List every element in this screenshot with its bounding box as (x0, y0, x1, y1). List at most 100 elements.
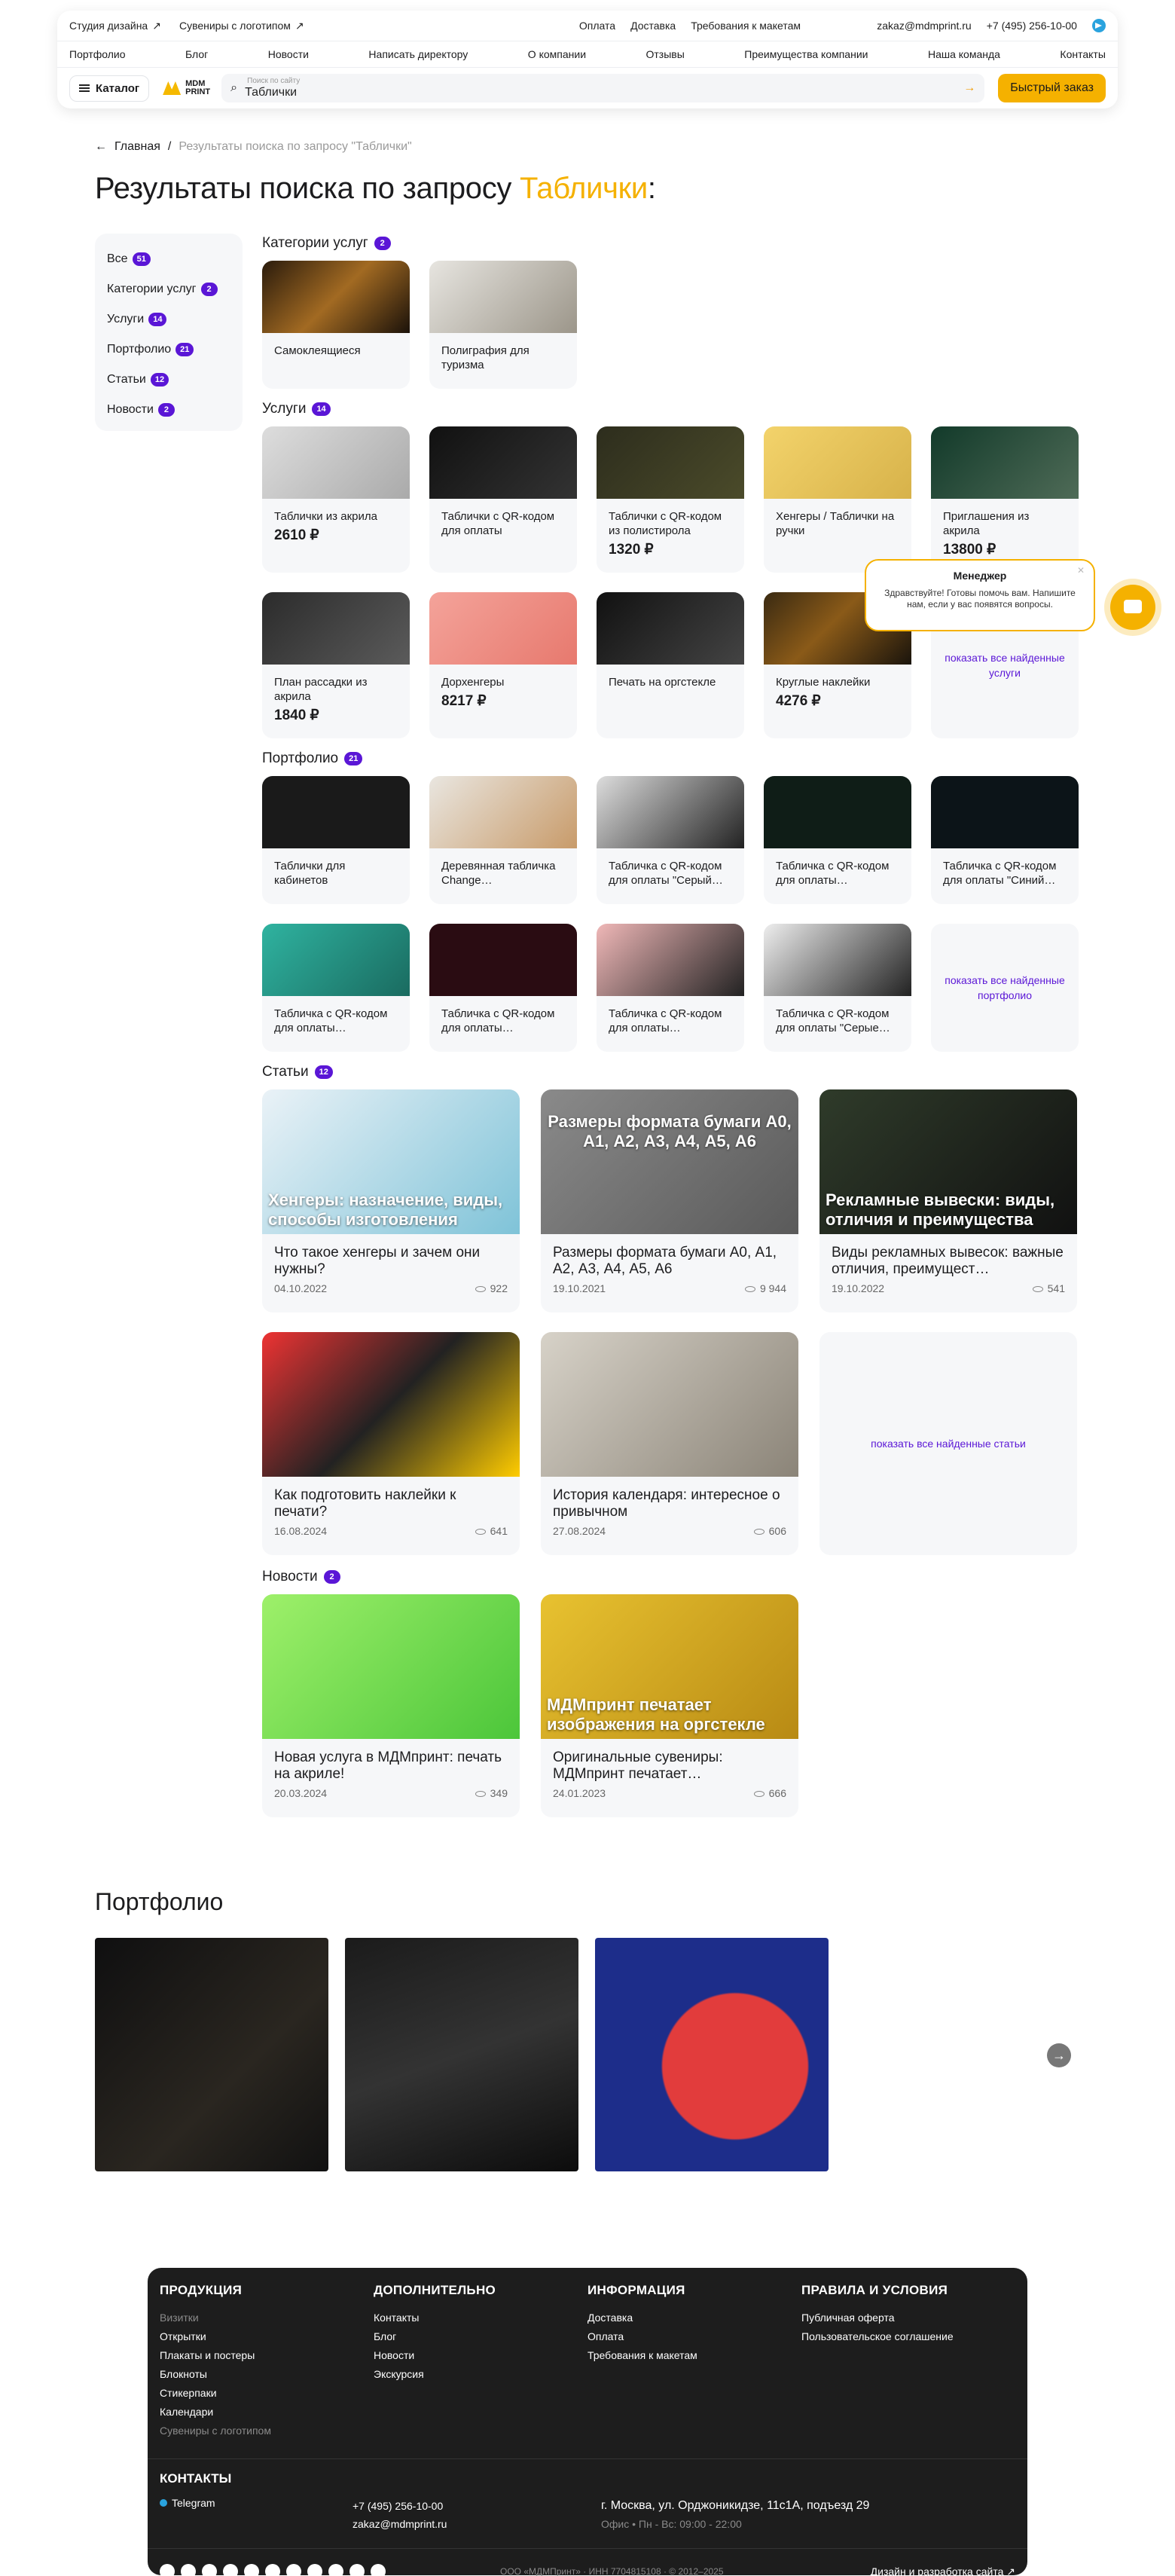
show-all-portfolio-link[interactable]: показать все найденные портфолио (931, 924, 1079, 1052)
search-submit-arrow-icon[interactable]: → (963, 81, 975, 95)
footer-phone[interactable]: +7 (495) 256-10-00 (352, 2497, 601, 2515)
service-card[interactable]: Дорхенгеры 8217 ₽ (429, 592, 577, 738)
vk-icon[interactable] (181, 2564, 196, 2576)
sidebar-item[interactable]: Новости 2 (107, 395, 230, 425)
footer-link[interactable]: Сувениры с логотипом (160, 2422, 374, 2440)
search-input[interactable] (245, 77, 957, 99)
footer-link[interactable]: Требования к макетам (588, 2346, 801, 2365)
phone-link[interactable]: +7 (495) 256-10-00 (987, 20, 1077, 32)
portfolio-card[interactable]: Табличка с QR-кодом для оплаты… (597, 924, 744, 1052)
tiktok-icon[interactable] (307, 2564, 322, 2576)
footer-link[interactable]: Блог (374, 2327, 588, 2346)
pinterest-icon[interactable] (265, 2564, 280, 2576)
nav-news[interactable]: Новости (268, 48, 309, 60)
portfolio-card[interactable]: Таблички для кабинетов (262, 776, 410, 904)
footer-link[interactable]: Контакты (374, 2309, 588, 2327)
email-link[interactable]: zakaz@mdmprint.ru (877, 20, 971, 32)
youtube-icon[interactable] (223, 2564, 238, 2576)
article-card[interactable]: Размеры формата бумаги А0, А1, А2, А3, А… (541, 1089, 798, 1312)
instagram-icon[interactable] (202, 2564, 217, 2576)
back-arrow-icon[interactable]: ← (95, 140, 107, 154)
footer-link[interactable]: Блокноты (160, 2365, 374, 2384)
nav-team[interactable]: Наша команда (928, 48, 1000, 60)
footer-link[interactable]: Визитки (160, 2309, 374, 2327)
footer-link[interactable]: Стикерпаки (160, 2384, 374, 2403)
service-card[interactable]: План рассадки из акрила 1840 ₽ (262, 592, 410, 738)
developer-link[interactable]: Дизайн и разработка сайта ↗ (871, 2565, 1015, 2576)
requirements-link[interactable]: Требования к макетам (691, 20, 801, 32)
telegram-icon[interactable] (1091, 19, 1106, 32)
news-card[interactable]: Новая услуга в МДМпринт: печать на акрил… (262, 1594, 520, 1817)
nav-portfolio[interactable]: Портфолио (69, 48, 126, 60)
nav-write-director[interactable]: Написать директору (368, 48, 468, 60)
footer-link[interactable]: Календари (160, 2403, 374, 2422)
next-slide-arrow-icon[interactable]: → (1047, 2043, 1071, 2067)
footer-link[interactable]: Публичная оферта (801, 2309, 1015, 2327)
service-card[interactable]: Приглашения из акрила 13800 ₽ (931, 426, 1079, 573)
catalog-button[interactable]: Каталог (69, 75, 150, 102)
design-studio-link[interactable]: Студия дизайна ↗ (69, 20, 161, 32)
footer-link[interactable]: Пользовательское соглашение (801, 2327, 1015, 2346)
quick-order-button[interactable]: Быстрый заказ (998, 74, 1106, 102)
category-card[interactable]: Полиграфия для туризма (429, 261, 577, 389)
service-card[interactable]: Хенгеры / Таблички на ручки (764, 426, 911, 573)
portfolio-slide[interactable] (595, 1938, 829, 2171)
nav-reviews[interactable]: Отзывы (646, 48, 685, 60)
behance-icon[interactable] (286, 2564, 301, 2576)
close-icon[interactable]: ✕ (1077, 565, 1085, 576)
rutube-icon[interactable] (349, 2564, 365, 2576)
service-card[interactable]: Таблички с QR-кодом из полистирола 1320 ₽ (597, 426, 744, 573)
title-query: Таблички (519, 172, 648, 205)
card-price: 4276 ₽ (776, 693, 821, 709)
article-card[interactable]: Как подготовить наклейки к печати? 16.08.… (262, 1332, 520, 1555)
category-card[interactable]: Самоклеящиеся (262, 261, 410, 389)
footer-link[interactable]: Плакаты и постеры (160, 2346, 374, 2365)
show-all-articles-link[interactable]: показать все найденные статьи (819, 1332, 1077, 1555)
service-card[interactable]: Таблички из акрила 2610 ₽ (262, 426, 410, 573)
portfolio-slide[interactable] (345, 1938, 578, 2171)
search-box: ⌕ Поиск по сайту → (221, 74, 985, 102)
nav-about[interactable]: О компании (528, 48, 586, 60)
portfolio-card[interactable]: Деревянная табличка Change… (429, 776, 577, 904)
dribbble-icon[interactable] (371, 2564, 386, 2576)
portfolio-card[interactable]: Табличка с QR-кодом для оплаты "Синий… (931, 776, 1079, 904)
article-card[interactable]: Хенгеры: назначение, виды, способы изгот… (262, 1089, 520, 1312)
footer-link[interactable]: Оплата (588, 2327, 801, 2346)
telegram-link[interactable]: Telegram (160, 2497, 352, 2533)
footer-email[interactable]: zakaz@mdmprint.ru (352, 2515, 601, 2533)
portfolio-card[interactable]: Табличка с QR-кодом для оплаты… (764, 776, 911, 904)
footer-link[interactable]: Новости (374, 2346, 588, 2365)
footer-col-title: ПРОДУКЦИЯ (160, 2283, 243, 2297)
telegram-icon[interactable] (160, 2564, 175, 2576)
sidebar-item[interactable]: Портфолио 21 (107, 335, 230, 365)
payment-link[interactable]: Оплата (579, 20, 615, 32)
sidebar-item[interactable]: Статьи 12 (107, 365, 230, 395)
sidebar-item[interactable]: Категории услуг 2 (107, 274, 230, 304)
delivery-link[interactable]: Доставка (630, 20, 676, 32)
chat-bubble-icon[interactable] (1110, 585, 1155, 630)
portfolio-slide[interactable] (95, 1938, 328, 2171)
service-card[interactable]: Печать на оргстекле (597, 592, 744, 738)
news-card[interactable]: МДМпринт печатает изображения на оргстек… (541, 1594, 798, 1817)
nav-blog[interactable]: Блог (185, 48, 208, 60)
nav-advantages[interactable]: Преимущества компании (744, 48, 868, 60)
sidebar-item[interactable]: Все 51 (107, 244, 230, 274)
service-card[interactable]: Таблички с QR-кодом для оплаты (429, 426, 577, 573)
footer-link[interactable]: Открытки (160, 2327, 374, 2346)
sidebar-item[interactable]: Услуги 14 (107, 304, 230, 335)
souvenirs-link[interactable]: Сувениры с логотипом ↗ (179, 20, 304, 32)
nav-contacts[interactable]: Контакты (1060, 48, 1105, 60)
ok-icon[interactable] (244, 2564, 259, 2576)
breadcrumb-home[interactable]: Главная (114, 140, 160, 154)
site-logo[interactable]: MDM PRINT (163, 80, 210, 96)
footer-link[interactable]: Экскурсия (374, 2365, 588, 2384)
article-card[interactable]: История календаря: интересное о привычно… (541, 1332, 798, 1555)
portfolio-card[interactable]: Табличка с QR-кодом для оплаты "Серый… (597, 776, 744, 904)
card-title: Таблички для кабинетов (274, 860, 346, 887)
footer-link[interactable]: Доставка (588, 2309, 801, 2327)
portfolio-card[interactable]: Табличка с QR-кодом для оплаты… (262, 924, 410, 1052)
tumblr-icon[interactable] (328, 2564, 343, 2576)
portfolio-card[interactable]: Табличка с QR-кодом для оплаты… (429, 924, 577, 1052)
portfolio-card[interactable]: Табличка с QR-кодом для оплаты "Серые… (764, 924, 911, 1052)
article-card[interactable]: Рекламные вывески: виды, отличия и преим… (819, 1089, 1077, 1312)
